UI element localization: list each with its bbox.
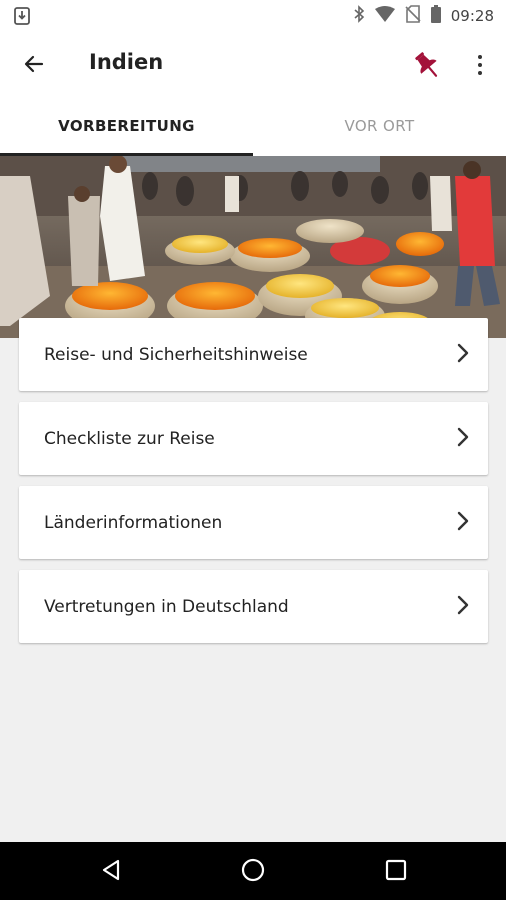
more-options-button[interactable] [468, 50, 492, 80]
menu-item-label: Länderinformationen [44, 512, 223, 533]
page-title: Indien [89, 50, 164, 74]
pin-button[interactable] [410, 48, 444, 82]
back-button[interactable] [20, 52, 48, 80]
back-triangle-icon [99, 858, 123, 886]
pushpin-icon [410, 52, 444, 86]
status-bar: 09:28 [0, 0, 506, 32]
nav-recents-button[interactable] [380, 856, 412, 888]
hero-image [0, 156, 506, 338]
menu-item-label: Vertretungen in Deutschland [44, 596, 289, 617]
home-circle-icon [240, 857, 266, 887]
chevron-right-icon [454, 510, 472, 536]
nav-home-button[interactable] [237, 856, 269, 888]
menu-item-checkliste[interactable]: Checkliste zur Reise [19, 402, 488, 475]
nav-back-button[interactable] [95, 856, 127, 888]
menu-list: Reise- und Sicherheitshinweise Checklist… [19, 318, 488, 654]
battery-icon [430, 5, 441, 27]
tab-vorbereitung[interactable]: VORBEREITUNG [0, 96, 253, 156]
menu-item-laenderinformationen[interactable]: Länderinformationen [19, 486, 488, 559]
menu-item-label: Reise- und Sicherheitshinweise [44, 344, 308, 365]
chevron-right-icon [454, 342, 472, 368]
menu-item-label: Checkliste zur Reise [44, 428, 215, 449]
download-icon [14, 7, 30, 29]
wifi-icon [374, 6, 395, 26]
menu-item-reise-sicherheitshinweise[interactable]: Reise- und Sicherheitshinweise [19, 318, 488, 391]
more-vertical-icon [478, 55, 482, 59]
system-nav-bar [0, 842, 506, 900]
bluetooth-icon [353, 5, 365, 27]
app-bar: Indien [0, 32, 506, 96]
chevron-right-icon [454, 426, 472, 452]
no-sim-icon [405, 5, 421, 27]
menu-item-vertretungen[interactable]: Vertretungen in Deutschland [19, 570, 488, 643]
status-time: 09:28 [450, 7, 494, 25]
recents-square-icon [385, 859, 407, 885]
tab-vor-ort[interactable]: VOR ORT [253, 96, 506, 156]
tab-bar: VORBEREITUNG VOR ORT [0, 96, 506, 156]
chevron-right-icon [454, 594, 472, 620]
arrow-back-icon [22, 52, 46, 80]
